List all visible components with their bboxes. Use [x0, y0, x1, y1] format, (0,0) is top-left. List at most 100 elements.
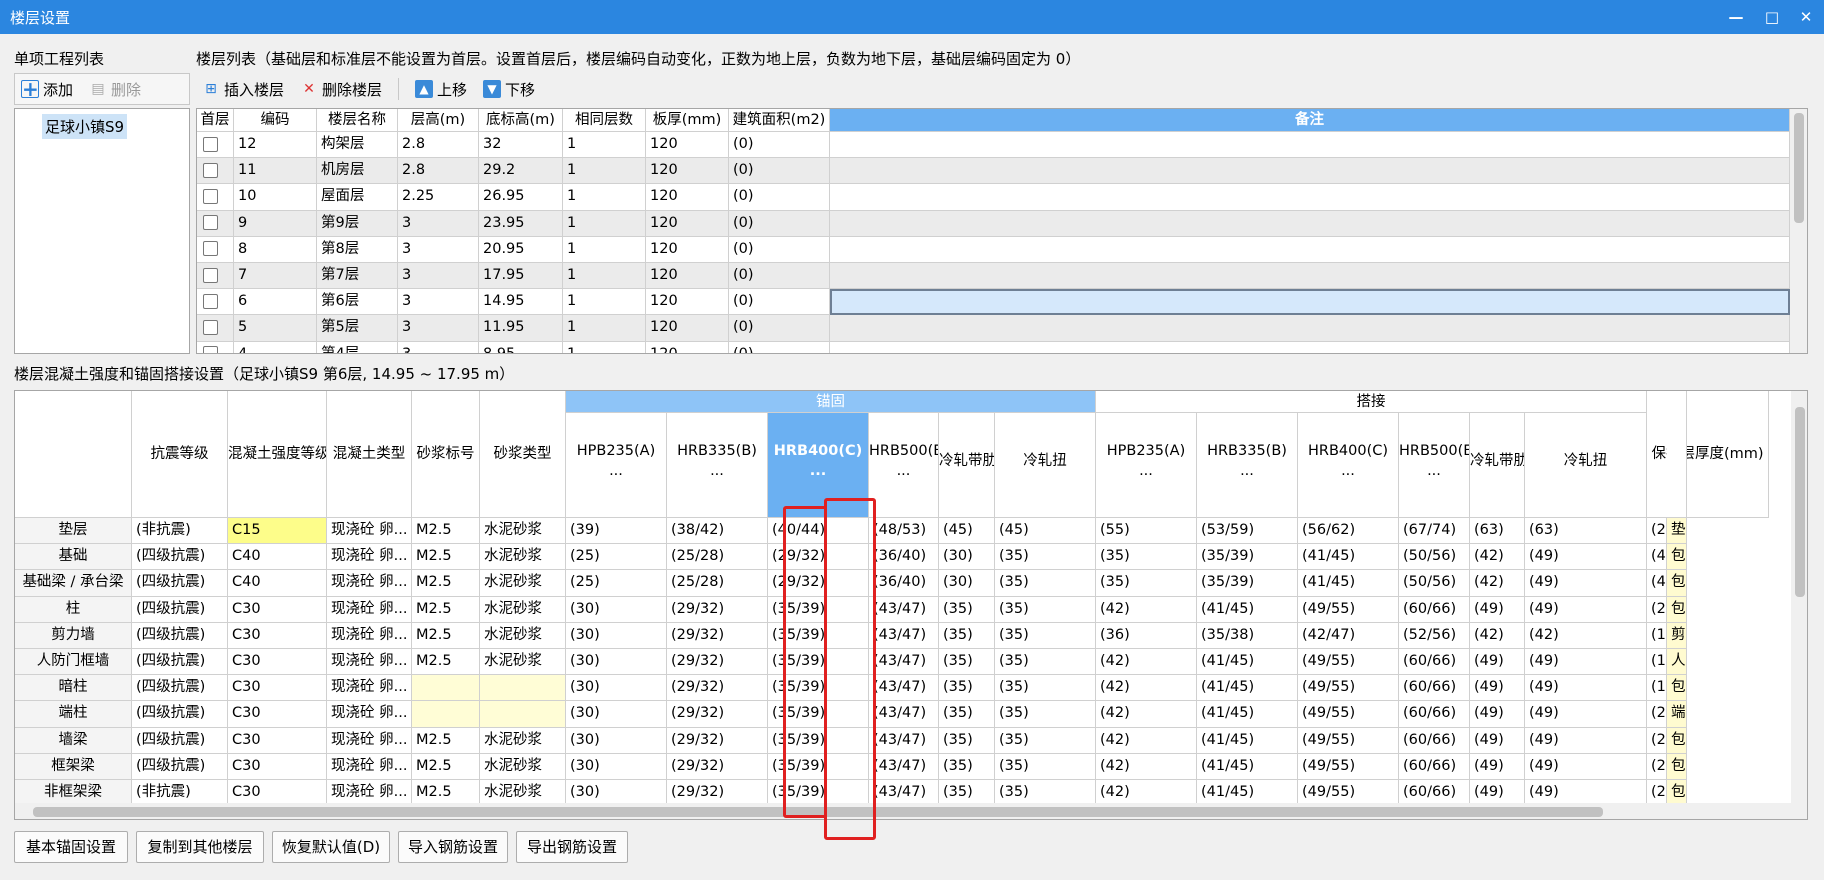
settings-cell[interactable]: (49/55) [1298, 596, 1399, 623]
extra-col-header[interactable] [1667, 391, 1687, 518]
floor-col-header[interactable]: 编码 [234, 109, 317, 132]
settings-cell[interactable]: (41/45) [1197, 753, 1298, 780]
settings-col-header[interactable]: 抗震等级 [132, 391, 228, 518]
floor-cell[interactable]: (0) [729, 236, 830, 263]
floor-cell[interactable]: 120 [646, 158, 729, 185]
settings-cell[interactable]: C30 [228, 701, 327, 728]
settings-cell[interactable]: (45) [995, 518, 1096, 545]
settings-cell[interactable]: (20) [1647, 727, 1667, 754]
lap-col-header[interactable]: HRB500(E)... [1399, 413, 1470, 518]
first-floor-checkbox-cell[interactable] [197, 236, 234, 263]
settings-cell[interactable]: C30 [228, 675, 327, 702]
floor-cell[interactable]: 3 [398, 210, 479, 237]
first-floor-checkbox-cell[interactable] [197, 184, 234, 211]
settings-cell[interactable]: (30) [566, 675, 667, 702]
floor-cell[interactable]: 120 [646, 236, 729, 263]
settings-cell[interactable]: (35) [939, 675, 995, 702]
floor-col-header[interactable]: 备注 [830, 109, 1790, 132]
settings-cell[interactable]: (35/39) [1197, 570, 1298, 597]
settings-cell[interactable]: (50/56) [1399, 570, 1470, 597]
anchor-col-header[interactable]: HRB500(E)... [869, 413, 939, 518]
settings-cell[interactable]: (42) [1470, 544, 1525, 571]
settings-cell[interactable]: (50/56) [1399, 544, 1470, 571]
floor-cell[interactable]: 5 [234, 315, 317, 342]
settings-cell[interactable]: C30 [228, 649, 327, 676]
settings-cell[interactable]: (30) [566, 753, 667, 780]
settings-cell[interactable]: M2.5 [412, 753, 480, 780]
settings-cell[interactable]: (49/55) [1298, 649, 1399, 676]
settings-cell[interactable]: (41/45) [1197, 701, 1298, 728]
settings-cell[interactable]: (四级抗震) [132, 544, 228, 571]
floor-cell[interactable]: 3 [398, 289, 479, 316]
settings-cell[interactable]: (30) [939, 544, 995, 571]
settings-cell[interactable]: (42) [1096, 701, 1197, 728]
settings-cell[interactable]: (40) [1647, 570, 1667, 597]
settings-cell[interactable]: (43/47) [869, 596, 939, 623]
settings-cell[interactable]: M2.5 [412, 727, 480, 754]
settings-cell[interactable]: (49) [1470, 596, 1525, 623]
settings-cell[interactable]: (60/66) [1399, 701, 1470, 728]
floor-cell[interactable]: 1 [563, 315, 646, 342]
floor-cell[interactable]: 32 [479, 132, 563, 159]
floor-cell[interactable]: 第6层 [317, 289, 398, 316]
floor-cell[interactable]: 120 [646, 341, 729, 353]
settings-cell[interactable]: (35) [995, 753, 1096, 780]
floor-cell[interactable]: 29.2 [479, 158, 563, 185]
floor-cell[interactable]: 11 [234, 158, 317, 185]
settings-cell[interactable]: (35) [995, 727, 1096, 754]
settings-cell[interactable]: (49) [1525, 675, 1647, 702]
settings-cell[interactable]: 包 [1667, 570, 1687, 597]
settings-cell[interactable]: (49) [1470, 675, 1525, 702]
settings-cell[interactable]: (29/32) [667, 727, 768, 754]
import-rebar-settings-button[interactable]: 导入钢筋设置 [398, 831, 508, 863]
move-down-button[interactable]: ▼ 下移 [477, 77, 541, 102]
floor-cell[interactable]: 2.25 [398, 184, 479, 211]
settings-cell[interactable]: 端 [1667, 701, 1687, 728]
remark-cell[interactable] [830, 236, 1790, 263]
settings-cell[interactable]: (60/66) [1399, 649, 1470, 676]
remark-cell[interactable] [830, 184, 1790, 211]
settings-cell[interactable]: (四级抗震) [132, 675, 228, 702]
floor-cell[interactable]: 构架层 [317, 132, 398, 159]
settings-cell[interactable]: (43/47) [869, 753, 939, 780]
floor-cell[interactable]: 3 [398, 236, 479, 263]
settings-cell[interactable]: (42) [1470, 622, 1525, 649]
floor-cell[interactable]: 17.95 [479, 263, 563, 290]
settings-cell[interactable]: 现浇砼 卵... [327, 727, 412, 754]
lap-col-header[interactable]: 冷轧带肋 [1470, 413, 1525, 518]
settings-cell[interactable]: (35) [995, 675, 1096, 702]
settings-cell[interactable]: (35) [995, 701, 1096, 728]
settings-cell[interactable]: (29/32) [667, 753, 768, 780]
settings-cell[interactable]: 现浇砼 卵... [327, 518, 412, 545]
floor-col-header[interactable]: 首层 [197, 109, 234, 132]
settings-cell[interactable]: (35) [939, 622, 995, 649]
floor-cell[interactable]: 4 [234, 341, 317, 353]
settings-cell[interactable]: (15) [1647, 622, 1667, 649]
settings-cell[interactable]: (35/38) [1197, 622, 1298, 649]
settings-cell[interactable]: 水泥砂浆 [480, 544, 566, 571]
first-floor-checkbox-cell[interactable] [197, 263, 234, 290]
floor-cell[interactable]: 7 [234, 263, 317, 290]
floor-cell[interactable]: 1 [563, 184, 646, 211]
settings-cell[interactable]: M2.5 [412, 649, 480, 676]
floor-cell[interactable]: 3 [398, 341, 479, 353]
remark-cell[interactable] [830, 158, 1790, 185]
settings-cell[interactable]: (35) [995, 596, 1096, 623]
settings-cell[interactable]: M2.5 [412, 570, 480, 597]
settings-cell[interactable]: (55) [1096, 518, 1197, 545]
settings-cell[interactable]: (42) [1096, 649, 1197, 676]
settings-cell[interactable]: (四级抗震) [132, 649, 228, 676]
settings-cell[interactable]: (29/32) [667, 622, 768, 649]
settings-cell[interactable]: (38/42) [667, 518, 768, 545]
settings-cell[interactable]: 现浇砼 卵... [327, 675, 412, 702]
settings-cell[interactable]: (63) [1525, 518, 1647, 545]
settings-cell[interactable]: (41/45) [1197, 649, 1298, 676]
first-floor-checkbox-cell[interactable] [197, 289, 234, 316]
floor-cell[interactable]: 屋面层 [317, 184, 398, 211]
settings-cell[interactable]: M2.5 [412, 544, 480, 571]
floor-cell[interactable]: 120 [646, 263, 729, 290]
floor-cell[interactable]: 第8层 [317, 236, 398, 263]
settings-cell[interactable]: (30) [566, 622, 667, 649]
settings-cell[interactable]: (35) [1096, 570, 1197, 597]
settings-cell[interactable]: (42) [1096, 675, 1197, 702]
